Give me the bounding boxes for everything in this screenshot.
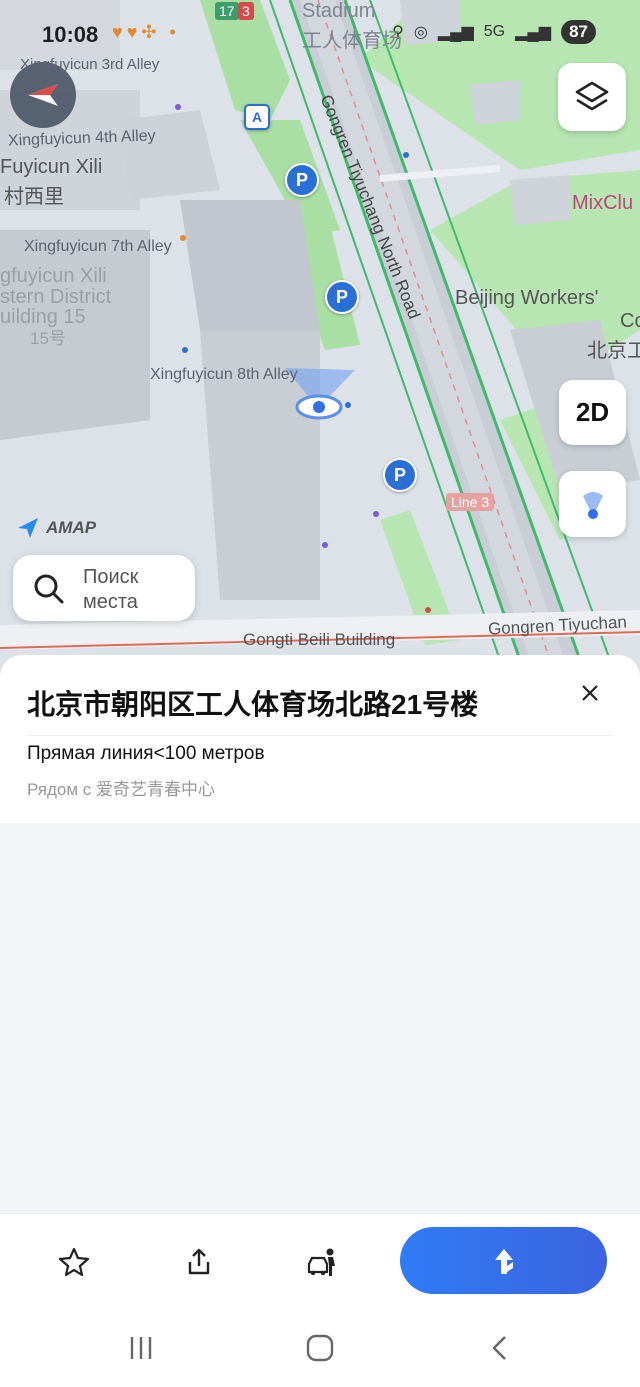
signal-icon: ▂▄▆ <box>437 24 474 41</box>
locate-icon <box>582 492 603 519</box>
route-button[interactable] <box>400 1227 607 1294</box>
metro-17-badge: 17 <box>215 2 239 20</box>
layers-button[interactable] <box>558 63 626 131</box>
map-label-stadium: Stadium <box>302 0 376 22</box>
parking-icon[interactable]: P <box>285 163 319 197</box>
map-label-xf7: Xingfuyicun 7th Alley <box>24 238 172 255</box>
star-icon <box>58 1247 90 1277</box>
close-icon <box>582 685 598 701</box>
map-label-workers: Beijing Workers' <box>455 287 599 309</box>
amap-logo-text: AMAP <box>46 518 97 537</box>
map-label-mixclub: MixClu <box>572 192 634 214</box>
favorite-button[interactable] <box>54 1242 94 1282</box>
map-label-num15: 15号 <box>30 329 66 348</box>
layers-icon <box>575 81 609 111</box>
back-button[interactable] <box>480 1328 520 1368</box>
parking-icon[interactable]: P <box>325 280 359 314</box>
share-icon <box>188 1248 210 1275</box>
map-label-workers-zh: 北京工 <box>587 340 640 362</box>
map-label-xf8: Xingfuyicun 8th Alley <box>150 366 298 383</box>
locate-button[interactable] <box>559 471 626 537</box>
map-label-xf3: Xingfuyicun 3rd Alley <box>20 56 160 73</box>
home-button[interactable] <box>300 1328 340 1368</box>
map-view[interactable]: 10:08 ♥♥✣ • ⚲ ◎ ▂▄▆ 5G ▂▄▆ 87 17 3 Stadi… <box>0 0 640 680</box>
amap-logo: AMAP <box>16 516 96 540</box>
share-button[interactable] <box>179 1242 219 1282</box>
close-button[interactable] <box>574 677 606 709</box>
route-arrow-icon <box>494 1248 513 1274</box>
amap-logo-icon <box>18 518 38 538</box>
hotspot-icon: ◎ <box>413 24 428 41</box>
system-nav-bar <box>0 1308 640 1387</box>
action-bar <box>0 1213 640 1309</box>
search-box[interactable]: Поиск места <box>13 555 195 621</box>
parking-icon[interactable]: P <box>383 458 417 492</box>
back-icon <box>492 1336 506 1360</box>
map-label-xili-zh: 村西里 <box>4 186 64 208</box>
home-icon <box>306 1334 334 1362</box>
poi-a-icon[interactable]: A <box>244 104 270 130</box>
taxi-button[interactable] <box>303 1242 343 1282</box>
divider <box>27 735 613 736</box>
search-icon <box>34 574 64 604</box>
map-label-line3: Line 3 <box>446 493 495 511</box>
map-label-stadium-zh: 工人体育场 <box>302 30 402 52</box>
network-label: 5G <box>483 23 506 40</box>
notification-icons: ♥♥✣ • <box>112 22 180 42</box>
status-right: ⚲ ◎ ▂▄▆ 5G ▂▄▆ 87 <box>392 20 596 44</box>
nearby-text: Рядом с 爱奇艺青春中心 <box>27 780 215 799</box>
distance-text: Прямая линия<100 метров <box>27 743 265 764</box>
recent-apps-button[interactable] <box>121 1328 161 1368</box>
clock: 10:08 <box>42 22 99 47</box>
map-label-xili: Fuyicun Xili <box>0 156 103 178</box>
place-card: 北京市朝阳区工人体育场北路21号楼 Прямая линия<100 метро… <box>0 655 640 823</box>
search-placeholder: Поиск места <box>83 566 139 613</box>
place-title: 北京市朝阳区工人体育场北路21号楼 <box>27 689 479 720</box>
map-label-workers2: Co <box>620 310 640 332</box>
signal-icon-2: ▂▄▆ <box>515 24 552 41</box>
taxi-icon <box>307 1248 335 1276</box>
map-label-xili2: gfuyicun Xili <box>0 265 107 287</box>
map-label-gongti: Gongti Beili Building <box>243 630 396 649</box>
view-2d-button[interactable]: 2D <box>559 380 626 445</box>
metro-3-badge: 3 <box>238 2 254 20</box>
battery-indicator: 87 <box>561 20 596 44</box>
recent-apps-icon <box>130 1337 152 1359</box>
